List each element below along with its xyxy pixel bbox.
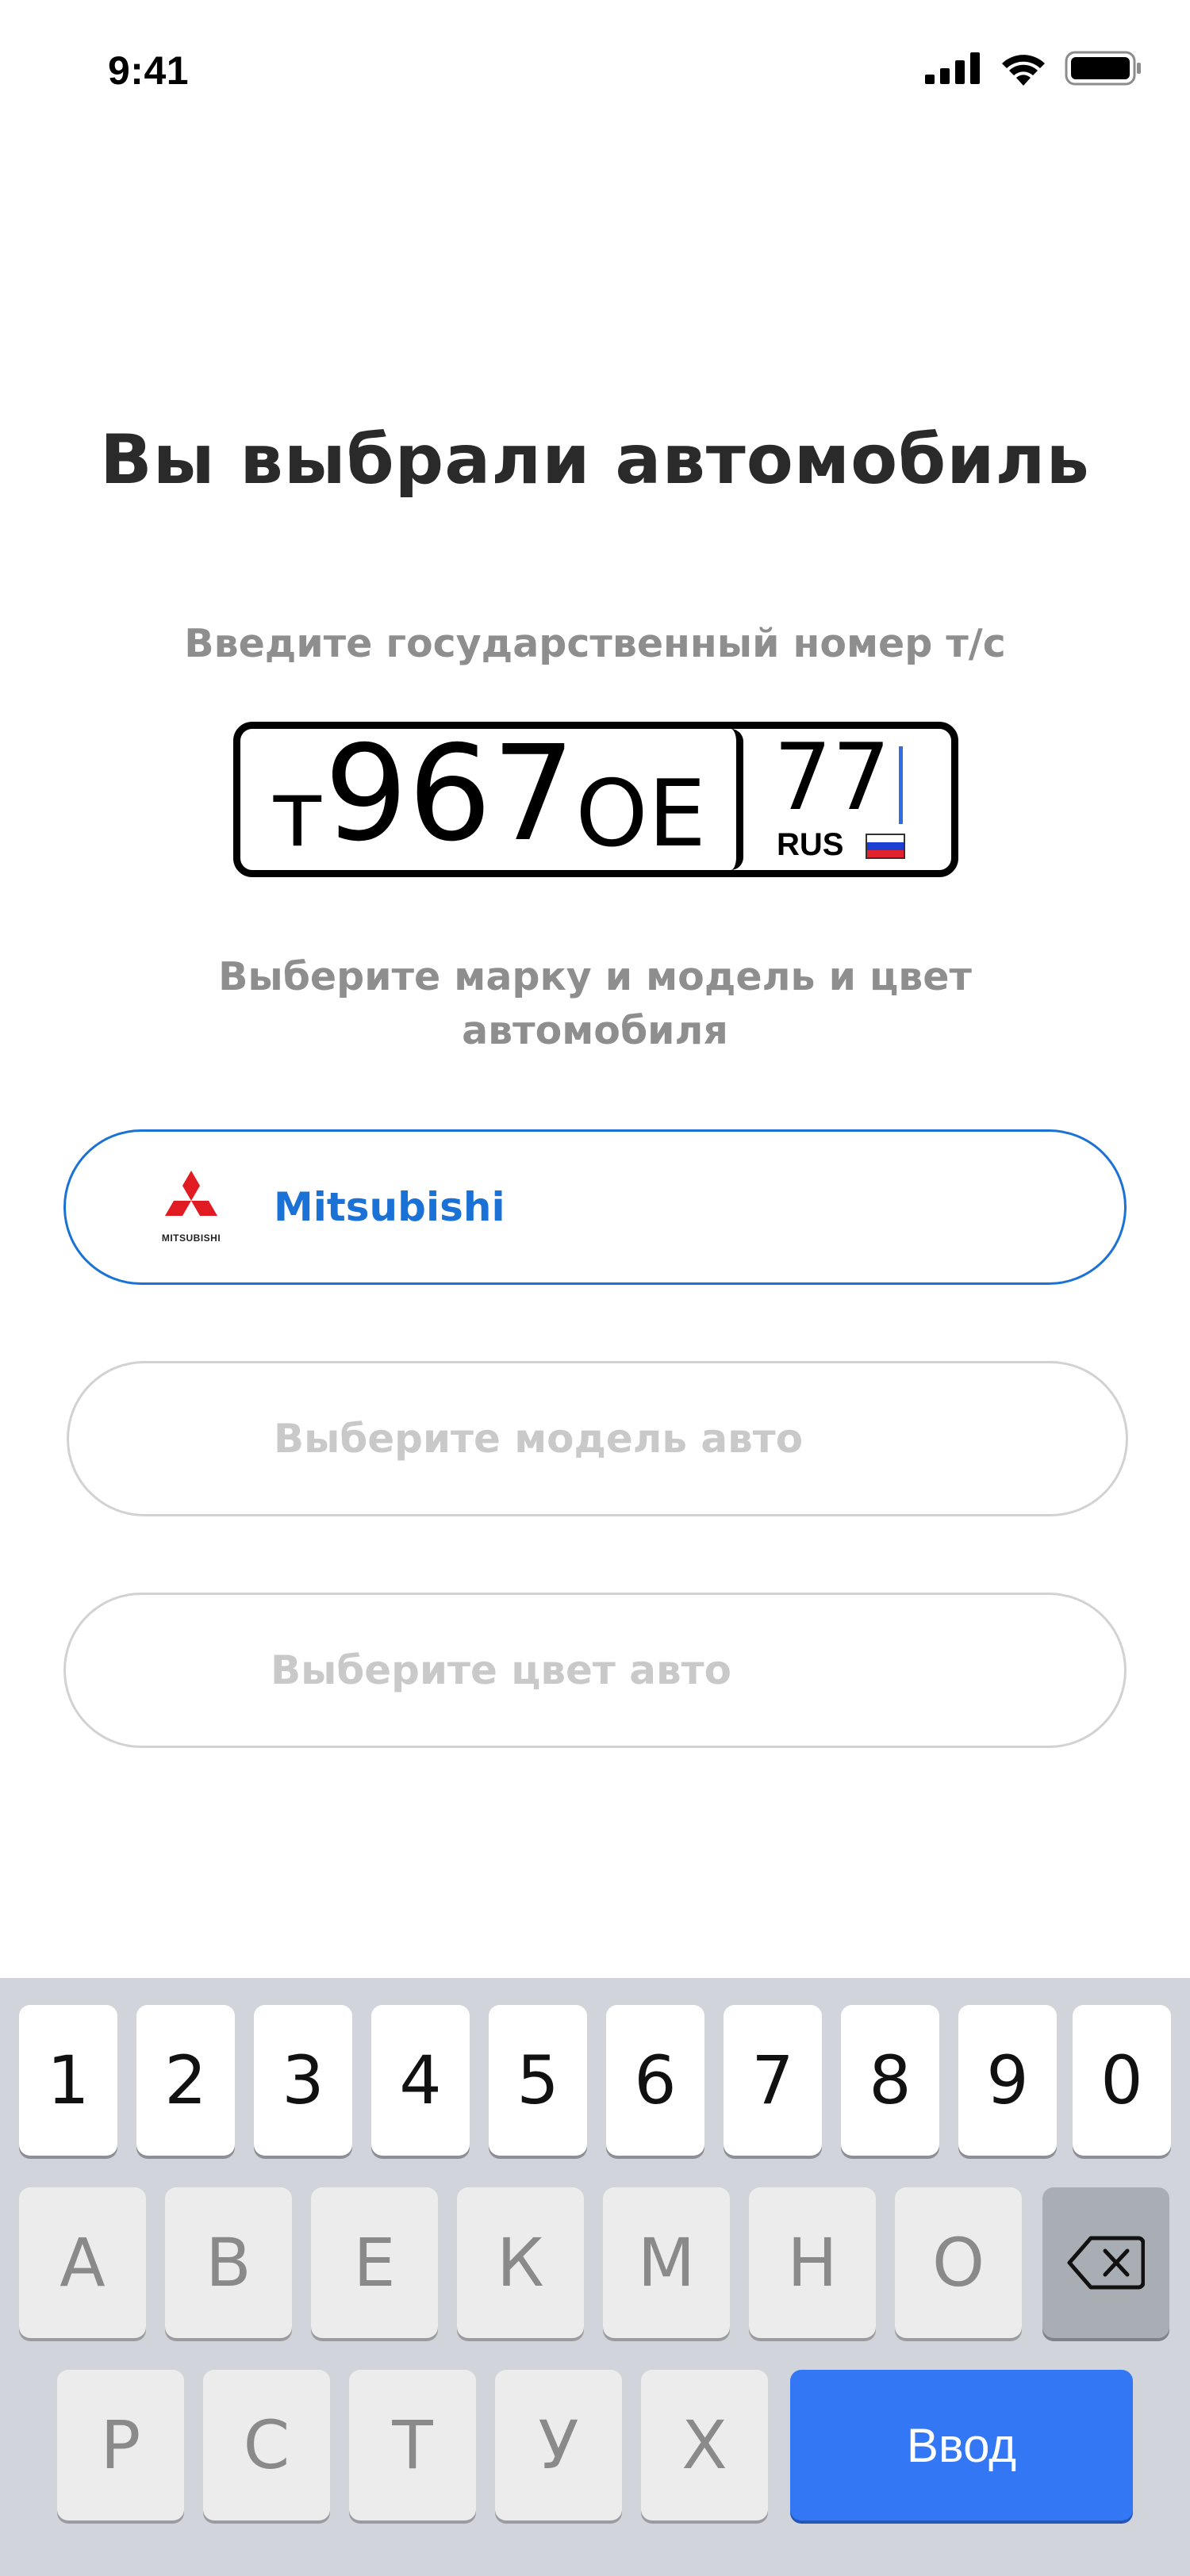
plate-region-code: 77 [774,724,891,831]
text-cursor [899,746,903,824]
key-e[interactable]: Е [311,2187,438,2338]
key-8[interactable]: 8 [841,2005,939,2156]
status-icons [925,51,1142,86]
key-v[interactable]: В [165,2187,292,2338]
key-7[interactable]: 7 [724,2005,822,2156]
key-t[interactable]: Т [349,2370,476,2520]
backspace-key[interactable] [1042,2187,1169,2338]
cellular-signal-icon [925,52,980,84]
key-kh[interactable]: Х [641,2370,768,2520]
key-3[interactable]: 3 [254,2005,352,2156]
key-1[interactable]: 1 [19,2005,117,2156]
select-prompt-line2: автомобиля [462,1008,728,1053]
battery-icon [1065,51,1141,86]
key-5[interactable]: 5 [489,2005,587,2156]
plate-letters-2: ОЕ [575,761,707,868]
key-m[interactable]: М [603,2187,730,2338]
color-placeholder: Выберите цвет авто [271,1647,731,1693]
key-a[interactable]: А [19,2187,146,2338]
plate-number: т 967 ОЕ [240,729,743,870]
plate-region: 77 RUS [743,729,951,870]
key-s[interactable]: С [203,2370,330,2520]
license-plate-input[interactable]: т 967 ОЕ 77 RUS [233,722,958,877]
backspace-icon [1067,2236,1145,2290]
key-u[interactable]: У [495,2370,622,2520]
enter-key[interactable]: Ввод [790,2370,1133,2520]
select-prompt-line1: Выберите марку и модель и цвет [218,954,972,999]
brand-select[interactable]: MITSUBISHI Mitsubishi [63,1129,1127,1285]
color-select[interactable]: Выберите цвет авто [63,1593,1127,1748]
model-placeholder: Выберите модель авто [274,1416,804,1462]
key-k[interactable]: К [457,2187,584,2338]
key-0[interactable]: 0 [1073,2005,1171,2156]
model-select[interactable]: Выберите модель авто [67,1361,1128,1516]
key-o[interactable]: О [895,2187,1022,2338]
key-9[interactable]: 9 [958,2005,1057,2156]
keyboard: 1 2 3 4 5 6 7 8 9 0 А В Е К М Н О Р С Т … [0,1978,1190,2576]
plate-digits: 967 [324,718,576,871]
key-2[interactable]: 2 [136,2005,235,2156]
key-n[interactable]: Н [749,2187,876,2338]
plate-country: RUS [777,827,844,862]
mitsubishi-logo-icon: MITSUBISHI [155,1171,228,1244]
key-r[interactable]: Р [57,2370,184,2520]
plate-prompt: Введите государственный номер т/с [184,621,1006,666]
page-title: Вы выбрали автомобиль [100,420,1090,500]
key-4[interactable]: 4 [371,2005,470,2156]
russia-flag-icon [866,834,905,859]
select-prompt: Выберите марку и модель и цвет автомобил… [0,950,1190,1058]
plate-letter-1: т [270,761,324,868]
key-6[interactable]: 6 [606,2005,704,2156]
wifi-icon [1002,55,1045,86]
status-time: 9:41 [108,48,190,93]
brand-value: Mitsubishi [274,1184,505,1230]
